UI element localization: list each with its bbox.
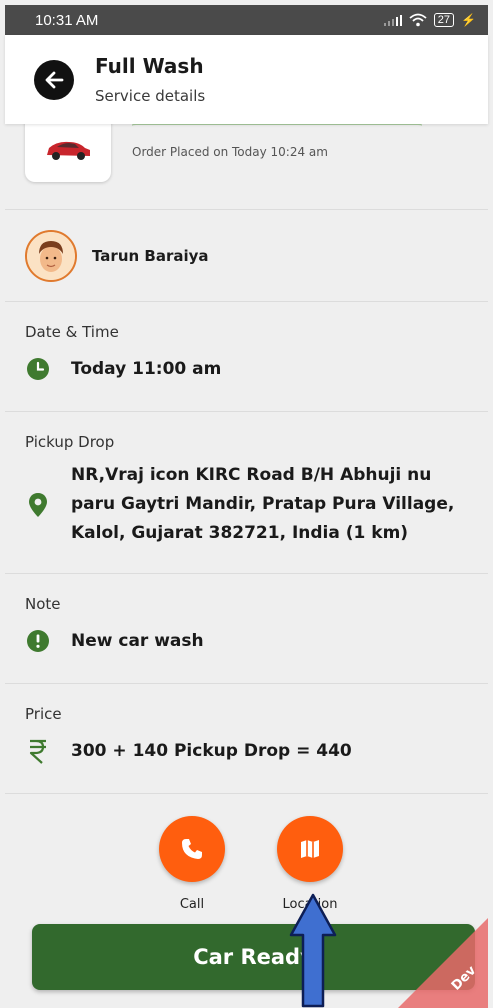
pickup-row: NR,Vraj icon KIRC Road B/H Abhuji nu par…: [25, 461, 488, 548]
signal-icon: [383, 14, 402, 26]
status-icons: 27 ⚡: [383, 13, 476, 27]
service-details: Order Placed on Today 10:24 am Tarun Bar…: [5, 118, 488, 1008]
pickup-label: Pickup Drop: [25, 433, 115, 451]
rupee-icon: [25, 738, 51, 764]
note-row: New car wash: [25, 627, 488, 655]
status-bar: 10:31 AM 27 ⚡: [5, 5, 488, 35]
charging-icon: ⚡: [461, 13, 476, 27]
page-title: Full Wash: [95, 54, 204, 78]
order-placed-text: Order Placed on Today 10:24 am: [132, 145, 328, 159]
price-section: Price 300 + 140 Pickup Drop = 440: [5, 684, 488, 794]
action-buttons: Call Location: [5, 808, 488, 918]
user-avatar-icon: [27, 231, 75, 280]
location-button[interactable]: [277, 816, 343, 882]
annotation-arrow-icon: [289, 893, 337, 1008]
note-section: Note New car wash: [5, 574, 488, 684]
info-icon: [25, 628, 51, 654]
page-subtitle: Service details: [95, 87, 206, 105]
wifi-icon: [409, 13, 427, 27]
map-icon: [301, 840, 319, 858]
price-value: 300 + 140 Pickup Drop = 440: [71, 741, 352, 761]
avatar: [25, 229, 77, 282]
customer-row: Tarun Baraiya: [5, 210, 488, 302]
header-titles: Full Wash Service details: [95, 54, 205, 105]
note-label: Note: [25, 595, 61, 613]
location-pin-icon: [25, 492, 51, 518]
debug-banner: Dev: [398, 918, 488, 1008]
battery-icon: 27: [433, 13, 455, 27]
back-button[interactable]: [34, 59, 74, 100]
price-label: Price: [25, 705, 62, 723]
clock-icon: [25, 356, 51, 382]
date-time-section: Date & Time Today 11:00 am: [5, 302, 488, 412]
price-row: 300 + 140 Pickup Drop = 440: [25, 737, 488, 765]
customer-name: Tarun Baraiya: [92, 246, 209, 265]
date-time-label: Date & Time: [25, 323, 119, 341]
status-time: 10:31 AM: [35, 11, 99, 29]
call-button[interactable]: [159, 816, 225, 882]
order-summary: Order Placed on Today 10:24 am: [5, 118, 488, 210]
car-image: [47, 141, 90, 160]
pickup-address: NR,Vraj icon KIRC Road B/H Abhuji nu par…: [71, 465, 455, 543]
note-value: New car wash: [71, 631, 204, 651]
date-time-row: Today 11:00 am: [25, 355, 488, 383]
arrow-left-icon: [45, 71, 64, 88]
pickup-section: Pickup Drop NR,Vraj icon KIRC Road B/H A…: [5, 412, 488, 574]
phone-icon: [182, 839, 202, 859]
call-label: Call: [179, 897, 205, 912]
date-time-value: Today 11:00 am: [71, 359, 222, 379]
car-thumbnail: [25, 118, 111, 182]
app-bar: Full Wash Service details: [5, 35, 488, 124]
